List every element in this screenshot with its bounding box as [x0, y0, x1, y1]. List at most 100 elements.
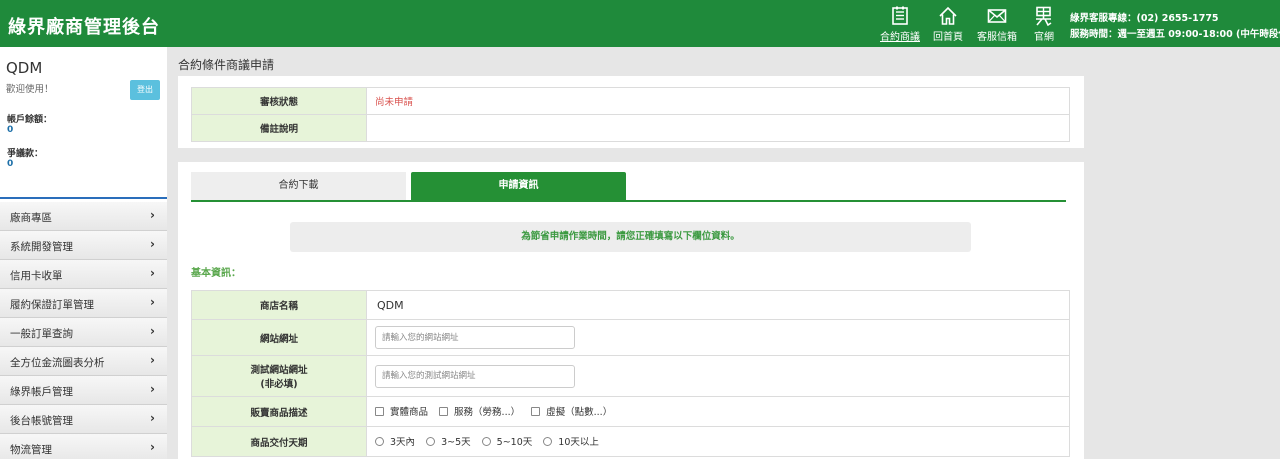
chevron-right-icon: ›: [150, 440, 155, 454]
status-value: 尚未申請: [366, 87, 1070, 115]
sidebar-item-label: 全方位金流圖表分析: [10, 357, 105, 369]
sidebar-item-cashflow-charts[interactable]: 全方位金流圖表分析 ›: [0, 347, 167, 376]
radio-button[interactable]: [426, 436, 436, 446]
table-row: 販賣商品描述 實體商品 服務（勞務...） 虛擬（點數...）: [191, 396, 1070, 427]
checkbox[interactable]: [439, 406, 449, 416]
store-name-label: 商店名稱: [191, 290, 367, 320]
nav-home-label: 回首頁: [933, 32, 963, 43]
tab-underline: [191, 200, 1066, 202]
review-table: 審核狀態 尚未申請 備註說明: [191, 87, 1070, 142]
sidebar-item-account[interactable]: 綠界帳戶管理 ›: [0, 376, 167, 405]
sidebar-item-order-query[interactable]: 一般訂單查詢 ›: [0, 318, 167, 347]
goods-option-virtual[interactable]: 虛擬（點數...）: [531, 404, 612, 418]
page-title: 合約條件商議申請: [178, 58, 275, 72]
delivery-option-3days[interactable]: 3天內: [375, 434, 415, 448]
store-name-value: QDM: [366, 290, 1070, 320]
sidebar-menu: 廠商專區 › 系統開發管理 › 信用卡收單 › 履約保證訂單管理 › 一般訂單查詢 › 全…: [0, 202, 167, 459]
goods-option-service[interactable]: 服務（勞務...）: [439, 404, 520, 418]
option-label: 3~5天: [441, 437, 471, 449]
welcome-text: 歡迎使用！: [6, 84, 54, 95]
sidebar-item-label: 信用卡收單: [10, 270, 63, 282]
test-url-cell: [366, 355, 1070, 397]
nav-home[interactable]: 回首頁: [922, 6, 974, 43]
logout-button[interactable]: 登出: [130, 80, 160, 100]
option-label: 虛擬（點數...）: [546, 407, 613, 419]
chevron-right-icon: ›: [150, 324, 155, 338]
sidebar-item-backend-account[interactable]: 後台帳號管理 ›: [0, 405, 167, 434]
table-row: 備註說明: [191, 114, 1070, 142]
sidebar-item-label: 物流管理: [10, 444, 52, 456]
nav-mailbox[interactable]: 客服信箱: [971, 6, 1023, 43]
nav-website[interactable]: 官網: [1018, 6, 1070, 43]
option-label: 實體商品: [390, 407, 429, 419]
chevron-right-icon: ›: [150, 295, 155, 309]
option-label: 3天內: [390, 437, 416, 449]
sidebar: QDM 歡迎使用！ 登出 帳戶餘額： 0 爭議款： 0 廠商專區 › 系統開發管理…: [0, 47, 167, 459]
radio-button[interactable]: [543, 436, 553, 446]
sidebar-divider: [0, 197, 167, 199]
table-row: 商品交付天期 3天內 3~5天 5~10天 10天以上: [191, 426, 1070, 457]
sidebar-item-logistics[interactable]: 物流管理 ›: [0, 434, 167, 459]
chevron-right-icon: ›: [150, 411, 155, 425]
tab-application-info[interactable]: 申請資訊: [411, 172, 626, 200]
option-label: 服務（勞務...）: [454, 407, 521, 419]
review-card: 審核狀態 尚未申請 備註說明: [178, 76, 1084, 148]
dispute-label: 爭議款：: [7, 149, 44, 159]
note-label: 備註說明: [191, 114, 367, 142]
goods-options-cell: 實體商品 服務（勞務...） 虛擬（點數...）: [366, 396, 1070, 427]
website-url-label: 網站網址: [191, 319, 367, 356]
test-url-label: 測試網站網址: [250, 365, 308, 376]
delivery-options-cell: 3天內 3~5天 5~10天 10天以上: [366, 426, 1070, 457]
sidebar-item-credit-card[interactable]: 信用卡收單 ›: [0, 260, 167, 289]
top-header: 綠界廠商管理後台 合約商議 回首頁 客服信箱 官網 綠界客服專線：(02) 26…: [0, 0, 1280, 47]
sidebar-item-label: 一般訂單查詢: [10, 328, 73, 340]
test-url-input[interactable]: [375, 364, 575, 388]
user-name: QDM: [6, 59, 43, 77]
delivery-days-label: 商品交付天期: [191, 426, 367, 457]
website-url-input[interactable]: [375, 326, 575, 349]
checkbox[interactable]: [531, 406, 541, 416]
nav-contract-label: 合約商議: [880, 32, 920, 43]
contract-icon: [892, 6, 908, 25]
chevron-right-icon: ›: [150, 266, 155, 280]
sidebar-item-vendor-zone[interactable]: 廠商專區 ›: [0, 202, 167, 231]
dispute-value: 0: [7, 159, 14, 169]
chevron-right-icon: ›: [150, 208, 155, 222]
goods-description-label: 販賣商品描述: [191, 396, 367, 427]
table-row: 商店名稱 QDM: [191, 290, 1070, 320]
nav-website-label: 官網: [1034, 32, 1054, 43]
nav-mailbox-label: 客服信箱: [977, 32, 1017, 43]
chevron-right-icon: ›: [150, 237, 155, 251]
delivery-option-5-10days[interactable]: 5~10天: [481, 434, 532, 448]
radio-button[interactable]: [375, 436, 384, 446]
delivery-option-3-5days[interactable]: 3~5天: [426, 434, 471, 448]
radio-button[interactable]: [481, 436, 491, 446]
sidebar-item-label: 後台帳號管理: [10, 415, 73, 427]
balance-value: 0: [7, 125, 14, 135]
sidebar-item-system-dev[interactable]: 系統開發管理 ›: [0, 231, 167, 260]
table-row: 測試網站網址 (非必填): [191, 355, 1070, 397]
service-info: 綠界客服專線：(02) 2655-1775 服務時間：週一至週五 09:00-1…: [1070, 11, 1280, 43]
nav-contract[interactable]: 合約商議: [874, 6, 926, 43]
basic-info-table: 商店名稱 QDM 網站網址 測試網站網址 (非必填) 販賣商品描述 實體商品 服…: [191, 290, 1070, 457]
note-value: [366, 114, 1070, 142]
test-url-optional: (非必填): [260, 379, 298, 390]
chevron-right-icon: ›: [150, 382, 155, 396]
sidebar-item-escrow-orders[interactable]: 履約保證訂單管理 ›: [0, 289, 167, 318]
status-label: 審核狀態: [191, 87, 367, 115]
service-hours: 服務時間：週一至週五 09:00-18:00 (中午時段休息): [1070, 29, 1280, 40]
website-url-cell: [366, 319, 1070, 356]
tab-contract-download[interactable]: 合約下載: [191, 172, 406, 200]
sidebar-item-label: 系統開發管理: [10, 241, 73, 253]
home-icon: [939, 6, 957, 25]
section-label-basic: 基本資訊：: [191, 268, 241, 279]
checkbox[interactable]: [375, 406, 384, 416]
sidebar-item-label: 履約保證訂單管理: [10, 299, 94, 311]
goods-option-physical[interactable]: 實體商品: [375, 404, 428, 418]
table-row: 審核狀態 尚未申請: [191, 87, 1070, 115]
option-label: 10天以上: [558, 437, 599, 449]
sidebar-item-label: 廠商專區: [10, 212, 52, 224]
delivery-option-10plus[interactable]: 10天以上: [543, 434, 599, 448]
notice-banner: 為節省申請作業時間，請您正確填寫以下欄位資料。: [290, 222, 971, 252]
brand-title: 綠界廠商管理後台: [8, 17, 160, 38]
